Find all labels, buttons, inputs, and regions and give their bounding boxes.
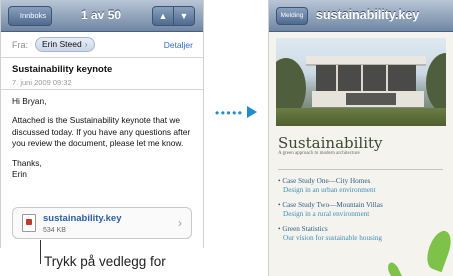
body-signature: Erin — [12, 169, 27, 180]
from-label: Fra: — [12, 40, 29, 50]
body-paragraph: Attached is the Sustainability keynote t… — [12, 115, 191, 149]
from-row: Fra: Erin Steed › Detaljer — [1, 32, 203, 58]
bullet-description: Our vision for sustainable housing — [283, 234, 383, 242]
callout-caption: Trykk på vedlegg for — [44, 254, 166, 269]
callout-line — [40, 240, 41, 264]
message-date: 7. juni 2009 09:32 — [12, 78, 72, 87]
mail-message-screen: Innboks 1 av 50 ▲ ▼ Fra: Erin Steed › Det… — [0, 0, 204, 248]
bullet-title: • Green Statistics — [278, 225, 328, 233]
list-item: • Case Study One—City Homes Design in an… — [278, 177, 448, 195]
slide-heading: Sustainability — [278, 134, 383, 152]
keynote-file-icon — [22, 214, 36, 232]
attachment-name: sustainability.key — [43, 213, 122, 224]
next-message-button[interactable]: ▼ — [173, 6, 195, 26]
body-closing: Thanks, — [12, 157, 42, 168]
attachment-preview-screen: Melding sustainability.key Sustainabilit… — [268, 0, 453, 276]
house-photo — [276, 38, 446, 126]
bullet-title: • Case Study One—City Homes — [278, 177, 371, 185]
chevron-down-icon: ▼ — [179, 11, 189, 21]
slide-subtitle: A green approach to modern architecture — [278, 151, 360, 156]
slide-bullet-list: • Case Study One—City Homes Design in an… — [278, 177, 448, 249]
leaf-decoration — [385, 260, 403, 276]
attachment-item[interactable]: sustainability.key 534 KB › — [12, 207, 192, 239]
message-counter: 1 av 50 — [81, 8, 122, 22]
sender-chip[interactable]: Erin Steed › — [35, 37, 95, 52]
attachment-size: 534 KB — [43, 227, 66, 234]
bullet-description: Design in a rural environment — [283, 210, 370, 218]
chevron-right-icon: › — [84, 39, 88, 49]
dotted-arrow-line: ••••• — [215, 106, 244, 120]
message-subject: Sustainability keynote — [12, 64, 113, 75]
bullet-description: Design in an urban environment — [283, 186, 376, 194]
subject-block: Sustainability keynote 7. juni 2009 09:3… — [1, 58, 203, 90]
preview-nav-bar: Melding sustainability.key — [269, 0, 453, 32]
chevron-up-icon: ▲ — [158, 11, 168, 21]
slide-divider — [278, 169, 443, 170]
document-title: sustainability.key — [316, 8, 420, 22]
message-back-button[interactable]: Melding — [276, 7, 308, 25]
sender-name: Erin Steed — [42, 39, 82, 49]
inbox-back-button[interactable]: Innboks — [8, 6, 52, 26]
list-item: • Case Study Two—Mountain Villas Design … — [278, 201, 448, 219]
details-link[interactable]: Detaljer — [164, 40, 193, 50]
chevron-right-icon: › — [178, 216, 182, 230]
mail-nav-bar: Innboks 1 av 50 ▲ ▼ — [1, 0, 203, 32]
arrow-right-icon — [247, 106, 257, 118]
previous-message-button[interactable]: ▲ — [152, 6, 174, 26]
body-greeting: Hi Bryan, — [12, 96, 47, 106]
bullet-title: • Case Study Two—Mountain Villas — [278, 201, 383, 209]
slide-preview[interactable]: Sustainability A green approach to moder… — [269, 32, 453, 276]
list-item: • Green Statistics Our vision for sustai… — [278, 225, 448, 243]
message-body: Hi Bryan, Attached is the Sustainability… — [12, 96, 198, 180]
